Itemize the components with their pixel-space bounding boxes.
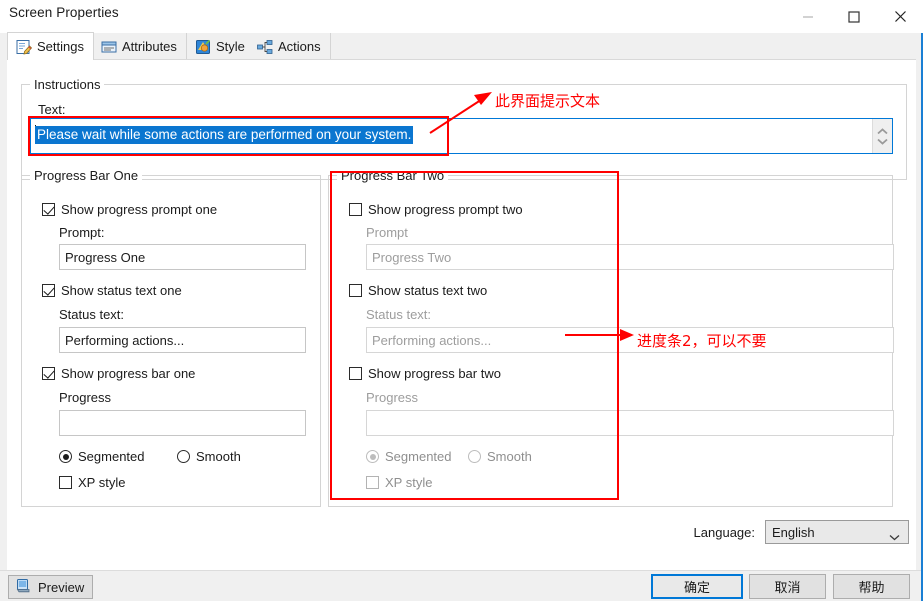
show-status-text-one-label: Show status text one bbox=[61, 283, 182, 298]
progress-one-bar[interactable] bbox=[59, 410, 306, 436]
tab-actions[interactable]: Actions bbox=[249, 33, 331, 60]
checkbox-box bbox=[59, 476, 72, 489]
progress-bar-two-caption: Progress Bar Two bbox=[337, 168, 449, 183]
tab-style[interactable]: Style bbox=[187, 33, 255, 60]
prompt-two-input[interactable]: Progress Two bbox=[366, 244, 894, 270]
tab-style-label: Style bbox=[216, 39, 245, 54]
actions-nodes-icon bbox=[257, 39, 273, 55]
tab-attributes-label: Attributes bbox=[122, 39, 177, 54]
instructions-text-input[interactable]: Please wait while some actions are perfo… bbox=[30, 118, 893, 154]
instructions-group-caption: Instructions bbox=[30, 77, 105, 92]
progress-bar-one-caption: Progress Bar One bbox=[30, 168, 143, 183]
close-button[interactable] bbox=[877, 0, 923, 33]
tab-strip: Settings Attributes Style Actions bbox=[7, 32, 916, 60]
language-value: English bbox=[772, 524, 815, 540]
tab-attributes[interactable]: Attributes bbox=[93, 33, 187, 60]
checkbox-box bbox=[42, 284, 55, 297]
window-title: Screen Properties bbox=[9, 5, 119, 20]
instructions-text-value: Please wait while some actions are perfo… bbox=[35, 126, 414, 144]
show-progress-prompt-two-label: Show progress prompt two bbox=[368, 202, 523, 217]
tab-actions-label: Actions bbox=[278, 39, 321, 54]
radio-dot bbox=[468, 450, 481, 463]
status-text-one-input[interactable]: Performing actions... bbox=[59, 327, 306, 353]
show-progress-prompt-one-checkbox[interactable]: Show progress prompt one bbox=[42, 202, 242, 217]
show-progress-bar-one-checkbox[interactable]: Show progress bar one bbox=[42, 366, 242, 381]
cancel-button-label: 取消 bbox=[774, 580, 801, 595]
chevron-down-icon bbox=[877, 138, 888, 145]
help-button[interactable]: 帮助 bbox=[833, 574, 910, 599]
show-status-text-two-checkbox[interactable]: Show status text two bbox=[349, 283, 569, 298]
progress-bar-two-group: Progress Bar Two Show progress prompt tw… bbox=[328, 168, 894, 507]
maximize-button[interactable] bbox=[831, 0, 877, 33]
progress-two-bar[interactable] bbox=[366, 410, 894, 436]
instructions-text-spinner[interactable] bbox=[872, 119, 892, 153]
status-text-one-label: Status text: bbox=[59, 307, 125, 322]
show-progress-prompt-one-label: Show progress prompt one bbox=[61, 202, 218, 217]
close-icon bbox=[894, 11, 906, 22]
show-progress-bar-two-label: Show progress bar two bbox=[368, 366, 501, 381]
chevron-up-icon bbox=[877, 127, 888, 134]
help-button-label: 帮助 bbox=[858, 580, 885, 595]
minimize-icon bbox=[803, 15, 813, 18]
show-status-text-one-checkbox[interactable]: Show status text one bbox=[42, 283, 242, 298]
tab-settings-label: Settings bbox=[37, 39, 84, 54]
radio-dot bbox=[366, 450, 379, 463]
segmented-one-label: Segmented bbox=[78, 449, 145, 464]
checkbox-box bbox=[42, 203, 55, 216]
progress-one-label: Progress bbox=[59, 390, 112, 405]
annotation-text-note: 此界面提示文本 bbox=[495, 92, 601, 110]
monitor-icon bbox=[15, 578, 31, 597]
radio-dot bbox=[177, 450, 190, 463]
attributes-window-icon bbox=[101, 39, 117, 55]
segmented-two-radio[interactable]: Segmented bbox=[366, 449, 452, 464]
show-status-text-two-label: Show status text two bbox=[368, 283, 488, 298]
annotation-progress-two-note: 进度条2，可以不要 bbox=[637, 332, 767, 350]
minimize-button[interactable] bbox=[785, 0, 831, 33]
show-progress-bar-two-checkbox[interactable]: Show progress bar two bbox=[349, 366, 569, 381]
checkbox-box bbox=[349, 284, 362, 297]
checkbox-box bbox=[366, 476, 379, 489]
status-text-two-label: Status text: bbox=[366, 307, 432, 322]
show-progress-bar-one-label: Show progress bar one bbox=[61, 366, 196, 381]
prompt-two-label: Prompt bbox=[366, 225, 408, 240]
progress-bar-one-group: Progress Bar One Show progress prompt on… bbox=[21, 168, 321, 507]
settings-pencil-icon bbox=[16, 39, 33, 55]
tab-settings[interactable]: Settings bbox=[7, 32, 94, 60]
smooth-one-radio[interactable]: Smooth bbox=[177, 449, 241, 464]
progress-two-label: Progress bbox=[366, 390, 419, 405]
screen-properties-dialog: Screen Properties Settings Attributes St… bbox=[0, 0, 923, 601]
show-progress-prompt-two-checkbox[interactable]: Show progress prompt two bbox=[349, 202, 549, 217]
smooth-two-radio[interactable]: Smooth bbox=[468, 449, 532, 464]
radio-dot bbox=[59, 450, 72, 463]
preview-button-label: Preview bbox=[38, 579, 85, 595]
xp-style-two-label: XP style bbox=[385, 475, 433, 490]
checkbox-box bbox=[349, 203, 362, 216]
style-palette-icon bbox=[195, 39, 211, 55]
title-bar: Screen Properties bbox=[0, 0, 923, 33]
smooth-one-label: Smooth bbox=[196, 449, 241, 464]
xp-style-one-label: XP style bbox=[78, 475, 126, 490]
instructions-text-label: Text: bbox=[38, 102, 66, 117]
language-select[interactable]: English bbox=[765, 520, 909, 544]
ok-button-label: 确定 bbox=[683, 580, 710, 595]
xp-style-one-checkbox[interactable]: XP style bbox=[59, 475, 125, 490]
cancel-button[interactable]: 取消 bbox=[749, 574, 826, 599]
checkbox-box bbox=[349, 367, 362, 380]
segmented-two-label: Segmented bbox=[385, 449, 452, 464]
smooth-two-label: Smooth bbox=[487, 449, 532, 464]
window-controls bbox=[785, 0, 923, 33]
xp-style-two-checkbox[interactable]: XP style bbox=[366, 475, 432, 490]
segmented-one-radio[interactable]: Segmented bbox=[59, 449, 145, 464]
dialog-footer: Preview 确定 取消 帮助 https://blog.csdn.net/q… bbox=[0, 570, 921, 601]
ok-button[interactable]: 确定 bbox=[651, 574, 743, 599]
prompt-one-label: Prompt: bbox=[59, 225, 105, 240]
chevron-down-icon bbox=[889, 529, 900, 544]
checkbox-box bbox=[42, 367, 55, 380]
language-label: Language: bbox=[693, 525, 755, 540]
preview-button[interactable]: Preview bbox=[8, 575, 93, 599]
status-text-two-input[interactable]: Performing actions... bbox=[366, 327, 894, 353]
maximize-icon bbox=[848, 10, 860, 23]
prompt-one-input[interactable]: Progress One bbox=[59, 244, 306, 270]
